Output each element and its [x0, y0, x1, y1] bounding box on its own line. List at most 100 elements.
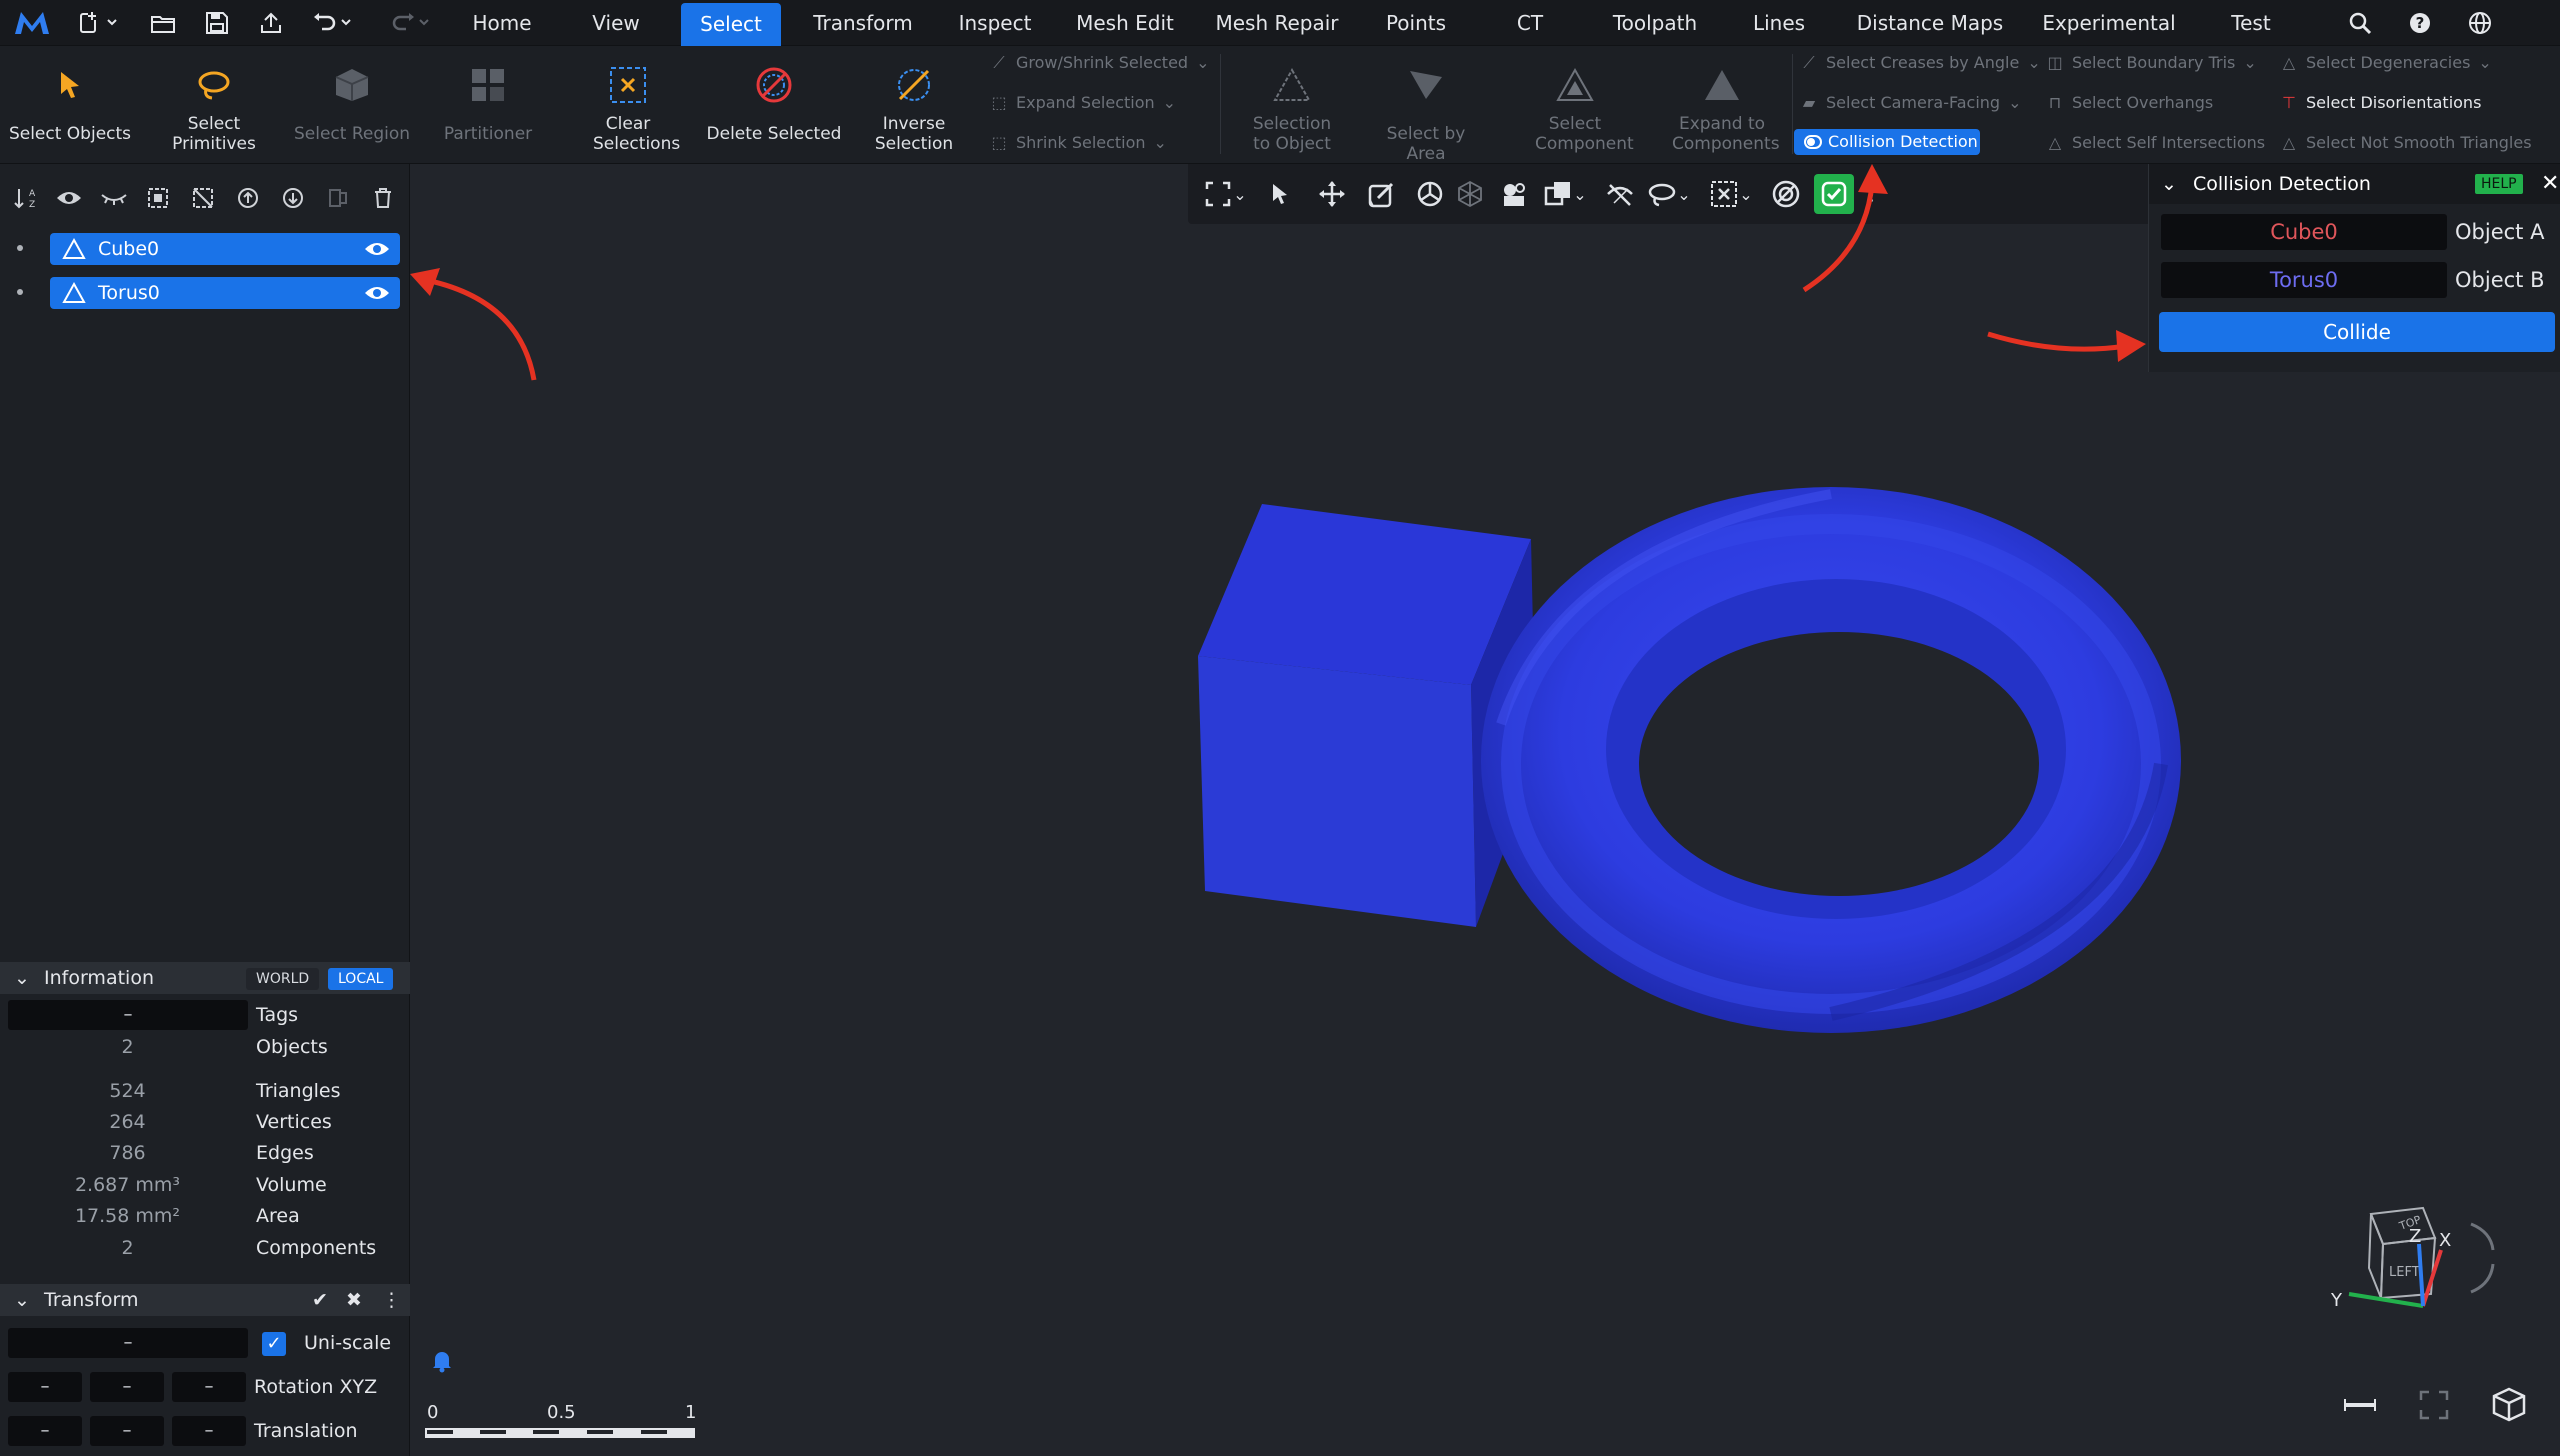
cube-region-icon [331, 64, 373, 106]
open-folder-icon[interactable] [146, 0, 180, 46]
delete-selected-button[interactable]: Delete Selected [706, 46, 842, 164]
more-vertical-icon[interactable]: ⋮ [382, 1284, 401, 1316]
app-logo-icon[interactable] [8, 0, 56, 46]
transform-header[interactable]: ⌄ Transform ✔ ✖ ⋮ [0, 1284, 410, 1316]
select-primitives-button[interactable]: Select Primitives [152, 46, 276, 164]
reset-view-icon[interactable] [2417, 1388, 2451, 1422]
expand-icon: ⬚ [991, 93, 1007, 112]
mesh-triangle-icon [62, 277, 86, 319]
shrink-selection-button[interactable]: ⬚ Shrink Selection ⌄ [990, 128, 1167, 158]
camera-icon: ▰ [1802, 93, 1816, 112]
cube0-mesh[interactable] [1198, 504, 1536, 927]
move-down-icon[interactable] [277, 178, 309, 218]
info-row-tags: Tags [256, 1004, 299, 1026]
clear-selections-button[interactable]: Clear Selections [566, 46, 690, 164]
save-icon[interactable] [200, 0, 234, 46]
translation-x-field[interactable]: – [8, 1416, 82, 1446]
select-by-area-button[interactable]: Select by Area [1366, 46, 1486, 164]
trash-icon[interactable] [367, 178, 399, 218]
grow-shrink-selected-button[interactable]: ⟋ Grow/Shrink Selected ⌄ [990, 48, 1209, 78]
tab-distance-maps[interactable]: Distance Maps [1846, 0, 2014, 46]
collide-button[interactable]: Collide [2159, 312, 2555, 352]
view-cube[interactable]: TOP LEFT X Y Z [2311, 1194, 2531, 1324]
box-view-icon[interactable] [2491, 1386, 2527, 1422]
help-badge[interactable]: HELP [2475, 174, 2523, 194]
move-up-icon[interactable] [232, 178, 264, 218]
search-icon[interactable] [2340, 0, 2380, 46]
torus0-mesh[interactable] [1481, 487, 2181, 1033]
hide-all-icon[interactable] [98, 178, 130, 218]
axis-y-label: Y [2330, 1290, 2343, 1311]
component-icon [1554, 64, 1596, 106]
select-objects-button[interactable]: Select Objects [6, 46, 134, 164]
help-icon[interactable]: ? [2400, 0, 2440, 46]
uniscale-checkbox[interactable]: ✓ [262, 1332, 286, 1356]
select-component-button[interactable]: Select Component [1512, 46, 1638, 164]
object-a-field[interactable]: Cube0 [2161, 214, 2447, 250]
rotation-x-field[interactable]: – [8, 1372, 82, 1402]
rotation-z-field[interactable]: – [172, 1372, 246, 1402]
tab-ct[interactable]: CT [1500, 0, 1560, 46]
translation-label: Translation [254, 1420, 358, 1442]
tab-lines[interactable]: Lines [1744, 0, 1814, 46]
sort-icon[interactable]: AZ [9, 178, 41, 218]
expand-selection-button[interactable]: ⬚ Expand Selection ⌄ [990, 88, 1176, 118]
select-disorientations-button[interactable]: ⊤ Select Disorientations [2280, 88, 2481, 118]
tab-inspect[interactable]: Inspect [948, 0, 1042, 46]
new-file-icon[interactable] [72, 0, 128, 46]
redo-icon[interactable] [382, 0, 438, 46]
globe-icon[interactable] [2460, 0, 2500, 46]
export-icon[interactable] [254, 0, 288, 46]
selection-to-object-button[interactable]: Selection to Object [1236, 46, 1348, 164]
select-region-button[interactable]: Select Region [292, 46, 412, 164]
measure-icon[interactable] [2343, 1388, 2377, 1422]
deselect-all-icon[interactable] [187, 178, 219, 218]
local-toggle[interactable]: LOCAL [328, 968, 394, 990]
visibility-eye-icon[interactable] [364, 277, 390, 319]
group-icon[interactable] [322, 178, 354, 218]
tab-view[interactable]: View [580, 0, 652, 46]
tab-points[interactable]: Points [1372, 0, 1460, 46]
select-boundary-tris-button[interactable]: ◫ Select Boundary Tris ⌄ [2046, 48, 2256, 78]
tab-mesh-edit[interactable]: Mesh Edit [1066, 0, 1184, 46]
chevron-down-icon[interactable]: ⌄ [2161, 164, 2177, 204]
uniscale-field[interactable]: – [8, 1328, 248, 1358]
tab-select[interactable]: Select [681, 3, 781, 46]
rotation-y-field[interactable]: – [90, 1372, 164, 1402]
intersection-icon: △ [2048, 133, 2062, 152]
cancel-x-icon[interactable]: ✖ [346, 1284, 362, 1316]
tab-transform[interactable]: Transform [804, 0, 922, 46]
select-camera-facing-button[interactable]: ▰ Select Camera-Facing ⌄ [1800, 88, 2022, 118]
select-creases-button[interactable]: ⟋ Select Creases by Angle ⌄ [1800, 48, 2040, 78]
scene-item-torus0[interactable]: Torus0 [50, 277, 400, 309]
uniscale-label: Uni-scale [304, 1332, 392, 1354]
select-all-icon[interactable] [142, 178, 174, 218]
object-b-field[interactable]: Torus0 [2161, 262, 2447, 298]
inverse-selection-button[interactable]: Inverse Selection [858, 46, 970, 164]
partitioner-button[interactable]: Partitioner [428, 46, 548, 164]
scene-item-cube0[interactable]: Cube0 [50, 233, 400, 265]
visibility-eye-icon[interactable] [364, 233, 390, 275]
tab-mesh-repair[interactable]: Mesh Repair [1206, 0, 1348, 46]
information-header[interactable]: ⌄ Information WORLD LOCAL [0, 962, 410, 994]
show-all-icon[interactable] [53, 178, 85, 218]
notification-bell-icon[interactable] [429, 1348, 455, 1374]
undo-icon[interactable] [306, 0, 362, 46]
tab-toolpath[interactable]: Toolpath [1600, 0, 1710, 46]
close-icon[interactable]: ✕ [2541, 164, 2559, 204]
tab-home[interactable]: Home [462, 0, 542, 46]
expand-to-components-button[interactable]: Expand to Components [1660, 46, 1784, 164]
translation-z-field[interactable]: – [172, 1416, 246, 1446]
collision-detection-button[interactable]: Collision Detection [1794, 129, 1980, 155]
tab-experimental[interactable]: Experimental [2036, 0, 2182, 46]
left-panel: AZ Cube0 Torus0 ⌄ Information WORLD LOCA… [0, 164, 410, 1456]
select-not-smooth-button[interactable]: △ Select Not Smooth Triangles [2280, 128, 2532, 158]
tab-test[interactable]: Test [2206, 0, 2296, 46]
select-degeneracies-button[interactable]: △ Select Degeneracies ⌄ [2280, 48, 2492, 78]
select-overhangs-button[interactable]: ⊓ Select Overhangs [2046, 88, 2213, 118]
world-toggle[interactable]: WORLD [246, 968, 320, 990]
apply-check-icon[interactable]: ✔ [312, 1284, 328, 1316]
select-self-intersections-button[interactable]: △ Select Self Intersections [2046, 128, 2265, 158]
info-row-vertices: 264 Vertices [109, 1111, 332, 1133]
translation-y-field[interactable]: – [90, 1416, 164, 1446]
